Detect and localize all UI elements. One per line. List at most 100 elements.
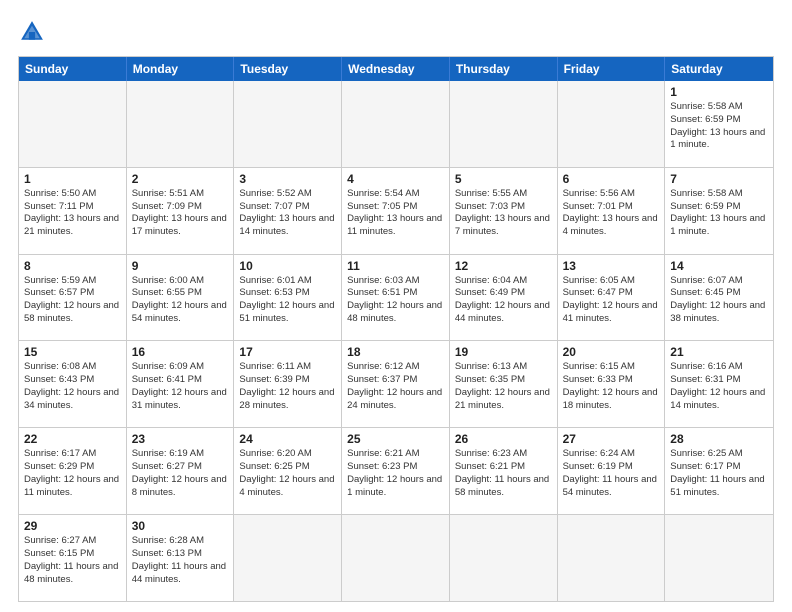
day-number: 16 xyxy=(132,345,229,359)
day-number: 17 xyxy=(239,345,336,359)
day-cell-12: 12 Sunrise: 6:04 AMSunset: 6:49 PMDayligh… xyxy=(450,255,558,341)
day-number: 7 xyxy=(670,172,768,186)
day-info: Sunrise: 6:16 AMSunset: 6:31 PMDaylight:… xyxy=(670,361,768,412)
day-info: Sunrise: 6:01 AMSunset: 6:53 PMDaylight:… xyxy=(239,275,336,326)
day-number: 24 xyxy=(239,432,336,446)
day-cell-1: 1 Sunrise: 5:50 AMSunset: 7:11 PMDaylight… xyxy=(19,168,127,254)
empty-cell xyxy=(19,81,127,167)
empty-cell xyxy=(450,81,558,167)
day-info: Sunrise: 6:25 AMSunset: 6:17 PMDaylight:… xyxy=(670,448,768,499)
empty-cell xyxy=(234,81,342,167)
day-number: 19 xyxy=(455,345,552,359)
day-number: 15 xyxy=(24,345,121,359)
calendar: SundayMondayTuesdayWednesdayThursdayFrid… xyxy=(18,56,774,602)
day-info: Sunrise: 5:56 AMSunset: 7:01 PMDaylight:… xyxy=(563,188,660,239)
day-number: 30 xyxy=(132,519,229,533)
day-info: Sunrise: 6:21 AMSunset: 6:23 PMDaylight:… xyxy=(347,448,444,499)
day-cell-13: 13Sunrise: 6:05 AMSunset: 6:47 PMDayligh… xyxy=(558,255,666,341)
day-number: 22 xyxy=(24,432,121,446)
day-cell-5: 5Sunrise: 5:55 AMSunset: 7:03 PMDaylight… xyxy=(450,168,558,254)
day-info: Sunrise: 6:13 AMSunset: 6:35 PMDaylight:… xyxy=(455,361,552,412)
day-cell-30: 30 Sunrise: 6:28 AMSunset: 6:13 PMDayligh… xyxy=(127,515,235,601)
day-number: 8 xyxy=(24,259,121,273)
day-info: Sunrise: 5:58 AMSunset: 6:59 PMDaylight:… xyxy=(670,188,768,239)
day-cell-1: 1 Sunrise: 5:58 AMSunset: 6:59 PMDaylight… xyxy=(665,81,773,167)
day-info: Sunrise: 6:20 AMSunset: 6:25 PMDaylight:… xyxy=(239,448,336,499)
header-day-tuesday: Tuesday xyxy=(234,57,342,81)
day-cell-11: 11 Sunrise: 6:03 AMSunset: 6:51 PMDayligh… xyxy=(342,255,450,341)
day-number: 4 xyxy=(347,172,444,186)
calendar-week-4: 22Sunrise: 6:17 AMSunset: 6:29 PMDayligh… xyxy=(19,427,773,514)
day-cell-22: 22Sunrise: 6:17 AMSunset: 6:29 PMDayligh… xyxy=(19,428,127,514)
day-info: Sunrise: 6:08 AMSunset: 6:43 PMDaylight:… xyxy=(24,361,121,412)
day-cell-10: 10Sunrise: 6:01 AMSunset: 6:53 PMDayligh… xyxy=(234,255,342,341)
header xyxy=(18,18,774,46)
day-cell-2: 2Sunrise: 5:51 AMSunset: 7:09 PMDaylight… xyxy=(127,168,235,254)
day-info: Sunrise: 6:11 AMSunset: 6:39 PMDaylight:… xyxy=(239,361,336,412)
day-number: 1 xyxy=(670,85,768,99)
header-day-wednesday: Wednesday xyxy=(342,57,450,81)
logo xyxy=(18,18,52,46)
calendar-body: 1 Sunrise: 5:58 AMSunset: 6:59 PMDaylight… xyxy=(19,81,773,601)
day-cell-4: 4Sunrise: 5:54 AMSunset: 7:05 PMDaylight… xyxy=(342,168,450,254)
page: SundayMondayTuesdayWednesdayThursdayFrid… xyxy=(0,0,792,612)
day-number: 27 xyxy=(563,432,660,446)
day-cell-23: 23 Sunrise: 6:19 AMSunset: 6:27 PMDayligh… xyxy=(127,428,235,514)
day-number: 11 xyxy=(347,259,444,273)
empty-cell xyxy=(450,515,558,601)
calendar-week-2: 8 Sunrise: 5:59 AMSunset: 6:57 PMDaylight… xyxy=(19,254,773,341)
day-info: Sunrise: 6:04 AMSunset: 6:49 PMDaylight:… xyxy=(455,275,552,326)
day-cell-24: 24 Sunrise: 6:20 AMSunset: 6:25 PMDayligh… xyxy=(234,428,342,514)
day-cell-18: 18Sunrise: 6:12 AMSunset: 6:37 PMDayligh… xyxy=(342,341,450,427)
day-number: 28 xyxy=(670,432,768,446)
day-cell-19: 19 Sunrise: 6:13 AMSunset: 6:35 PMDayligh… xyxy=(450,341,558,427)
day-cell-15: 15 Sunrise: 6:08 AMSunset: 6:43 PMDayligh… xyxy=(19,341,127,427)
header-day-thursday: Thursday xyxy=(450,57,558,81)
day-info: Sunrise: 5:58 AMSunset: 6:59 PMDaylight:… xyxy=(670,101,768,152)
day-number: 20 xyxy=(563,345,660,359)
day-number: 12 xyxy=(455,259,552,273)
day-cell-9: 9Sunrise: 6:00 AMSunset: 6:55 PMDaylight… xyxy=(127,255,235,341)
day-cell-16: 16 Sunrise: 6:09 AMSunset: 6:41 PMDayligh… xyxy=(127,341,235,427)
day-cell-7: 7 Sunrise: 5:58 AMSunset: 6:59 PMDaylight… xyxy=(665,168,773,254)
day-info: Sunrise: 6:28 AMSunset: 6:13 PMDaylight:… xyxy=(132,535,229,586)
day-number: 3 xyxy=(239,172,336,186)
day-info: Sunrise: 6:24 AMSunset: 6:19 PMDaylight:… xyxy=(563,448,660,499)
day-cell-21: 21 Sunrise: 6:16 AMSunset: 6:31 PMDayligh… xyxy=(665,341,773,427)
day-number: 21 xyxy=(670,345,768,359)
calendar-week-3: 15 Sunrise: 6:08 AMSunset: 6:43 PMDayligh… xyxy=(19,340,773,427)
day-number: 14 xyxy=(670,259,768,273)
day-number: 1 xyxy=(24,172,121,186)
empty-cell xyxy=(665,515,773,601)
day-number: 9 xyxy=(132,259,229,273)
header-day-sunday: Sunday xyxy=(19,57,127,81)
empty-cell xyxy=(234,515,342,601)
empty-cell xyxy=(342,81,450,167)
day-cell-3: 3 Sunrise: 5:52 AMSunset: 7:07 PMDaylight… xyxy=(234,168,342,254)
day-info: Sunrise: 5:59 AMSunset: 6:57 PMDaylight:… xyxy=(24,275,121,326)
day-cell-6: 6Sunrise: 5:56 AMSunset: 7:01 PMDaylight… xyxy=(558,168,666,254)
day-cell-25: 25 Sunrise: 6:21 AMSunset: 6:23 PMDayligh… xyxy=(342,428,450,514)
day-info: Sunrise: 5:52 AMSunset: 7:07 PMDaylight:… xyxy=(239,188,336,239)
day-info: Sunrise: 6:05 AMSunset: 6:47 PMDaylight:… xyxy=(563,275,660,326)
day-info: Sunrise: 6:23 AMSunset: 6:21 PMDaylight:… xyxy=(455,448,552,499)
day-cell-29: 29Sunrise: 6:27 AMSunset: 6:15 PMDayligh… xyxy=(19,515,127,601)
empty-cell xyxy=(558,515,666,601)
day-info: Sunrise: 5:50 AMSunset: 7:11 PMDaylight:… xyxy=(24,188,121,239)
day-info: Sunrise: 6:19 AMSunset: 6:27 PMDaylight:… xyxy=(132,448,229,499)
day-cell-14: 14 Sunrise: 6:07 AMSunset: 6:45 PMDayligh… xyxy=(665,255,773,341)
day-number: 26 xyxy=(455,432,552,446)
day-info: Sunrise: 6:27 AMSunset: 6:15 PMDaylight:… xyxy=(24,535,121,586)
day-number: 25 xyxy=(347,432,444,446)
day-info: Sunrise: 6:09 AMSunset: 6:41 PMDaylight:… xyxy=(132,361,229,412)
day-number: 23 xyxy=(132,432,229,446)
calendar-week-5: 29Sunrise: 6:27 AMSunset: 6:15 PMDayligh… xyxy=(19,514,773,601)
logo-icon xyxy=(18,18,46,46)
day-cell-8: 8 Sunrise: 5:59 AMSunset: 6:57 PMDaylight… xyxy=(19,255,127,341)
empty-cell xyxy=(127,81,235,167)
empty-cell xyxy=(342,515,450,601)
day-info: Sunrise: 6:07 AMSunset: 6:45 PMDaylight:… xyxy=(670,275,768,326)
day-cell-20: 20Sunrise: 6:15 AMSunset: 6:33 PMDayligh… xyxy=(558,341,666,427)
day-info: Sunrise: 6:03 AMSunset: 6:51 PMDaylight:… xyxy=(347,275,444,326)
day-number: 5 xyxy=(455,172,552,186)
